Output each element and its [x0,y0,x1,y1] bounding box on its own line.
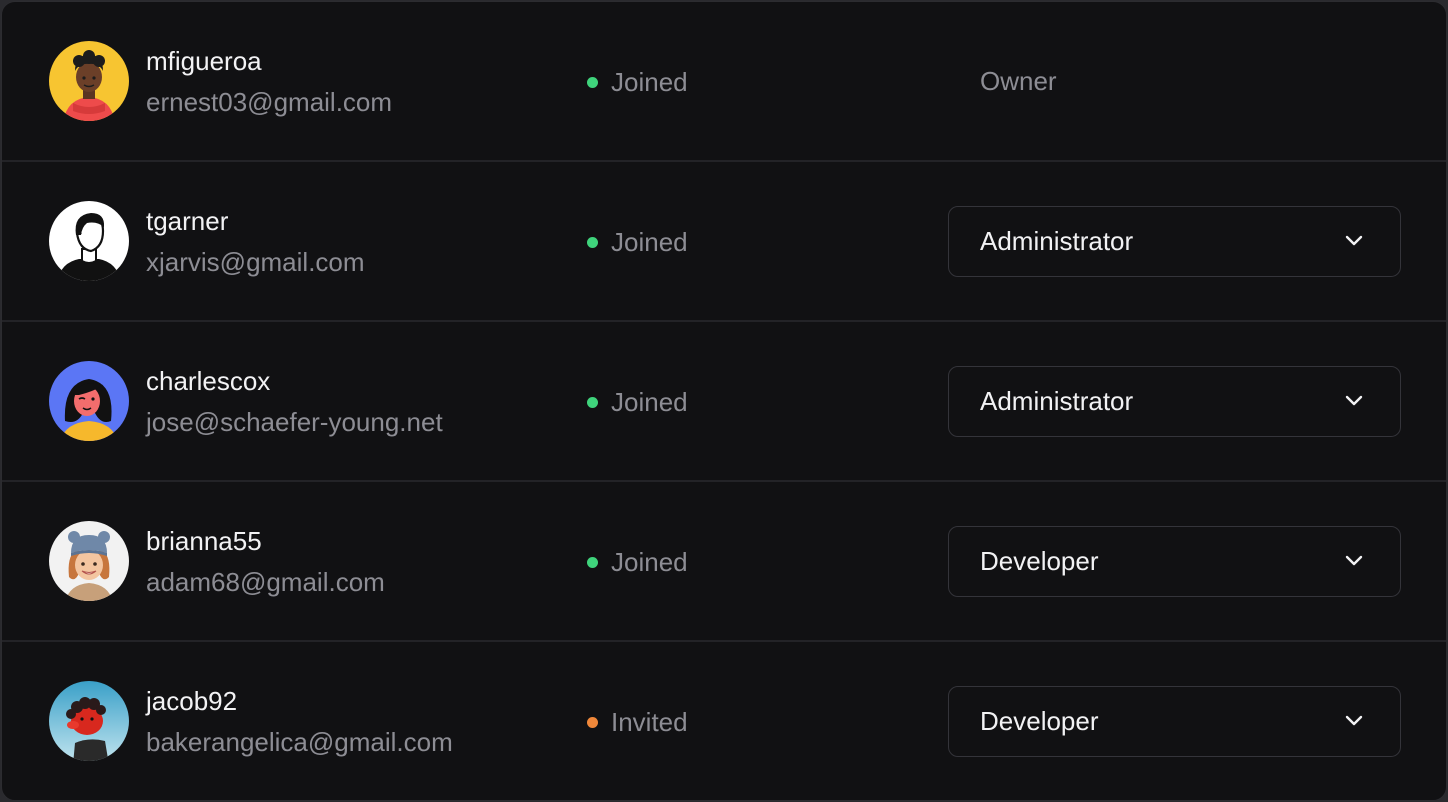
avatar-red-character-icon [49,681,129,761]
table-row: mfigueroa ernest03@gmail.com Joined Owne… [2,2,1446,162]
member-email: adam68@gmail.com [146,567,385,597]
avatar-man-silhouette-icon [49,201,129,281]
table-row: tgarner xjarvis@gmail.com Joined Adminis… [2,162,1446,322]
member-username: charlescox [146,366,271,396]
member-username: mfigueroa [146,46,262,76]
status-dot-icon [587,716,598,728]
member-username: tgarner [146,206,229,236]
status-dot-icon [587,396,598,408]
role-dropdown[interactable]: Developer [948,686,1401,757]
status-badge: Joined [587,226,688,258]
member-email: xjarvis@gmail.com [146,247,365,277]
member-email: bakerangelica@gmail.com [146,727,453,757]
member-username: brianna55 [146,526,262,556]
member-email: jose@schaefer-young.net [146,407,443,437]
chevron-down-icon [1345,235,1363,246]
role-dropdown[interactable]: Administrator [948,206,1401,277]
status-dot-icon [587,76,598,88]
role-dropdown-value: Administrator [980,226,1134,256]
avatar-man-curly-hair-icon [49,41,129,121]
table-row: brianna55 adam68@gmail.com Joined Develo… [2,482,1446,642]
chevron-down-icon [1345,715,1363,726]
table-row: charlescox jose@schaefer-young.net Joine… [2,322,1446,482]
table-row: jacob92 bakerangelica@gmail.com Invited … [2,642,1446,800]
status-label: Joined [611,546,688,577]
chevron-down-icon [1345,555,1363,566]
status-dot-icon [587,236,598,248]
role-dropdown[interactable]: Administrator [948,366,1401,437]
status-dot-icon [587,556,598,568]
status-badge: Joined [587,546,688,578]
role-dropdown-value: Developer [980,706,1099,736]
avatar-woman-winking-icon [49,361,129,441]
status-label: Invited [611,706,688,737]
member-username: jacob92 [146,686,238,716]
role-dropdown[interactable]: Developer [948,526,1401,597]
role-label: Owner [980,66,1057,96]
role-dropdown-value: Developer [980,546,1099,576]
members-table: mfigueroa ernest03@gmail.com Joined Owne… [1,1,1447,801]
status-label: Joined [611,66,688,97]
member-email: ernest03@gmail.com [146,87,393,117]
status-label: Joined [611,386,688,417]
status-badge: Invited [587,706,688,738]
chevron-down-icon [1345,395,1363,406]
status-badge: Joined [587,66,688,98]
status-badge: Joined [587,386,688,418]
role-dropdown-value: Administrator [980,386,1134,416]
status-label: Joined [611,226,688,257]
avatar-girl-beanie-icon [49,521,129,601]
